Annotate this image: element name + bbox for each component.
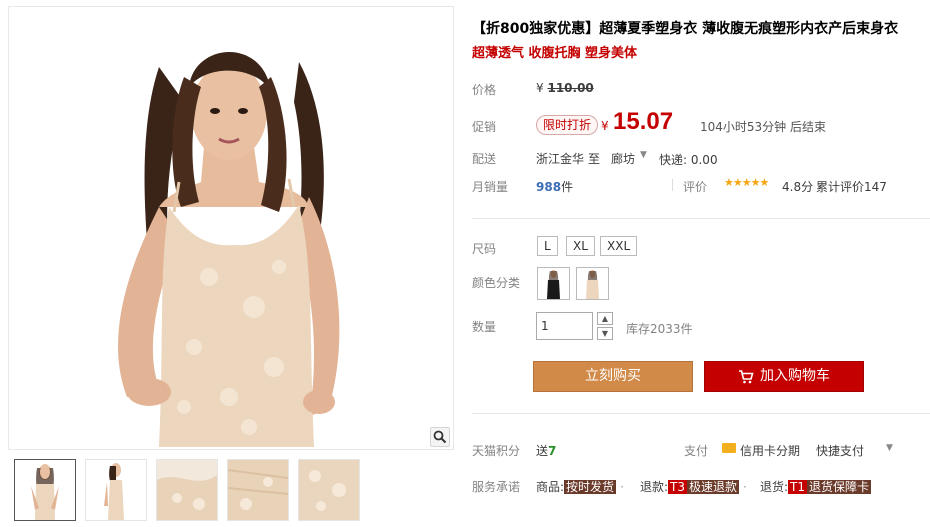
installment-link[interactable]: 信用卡分期 [740, 442, 800, 459]
service-tag: 按时发货 [564, 480, 617, 494]
review-total-link[interactable]: 累计评价147 [816, 178, 887, 195]
promo-countdown: 104小时53分钟 后结束 [700, 120, 826, 134]
magnifier-icon[interactable] [430, 427, 450, 447]
chevron-down-icon[interactable]: ▼ [886, 443, 893, 453]
quantity-increase-icon[interactable]: ▲ [597, 312, 613, 325]
price-label: 价格 [472, 83, 497, 97]
color-option-black[interactable] [537, 267, 570, 300]
shipping-fee: 快递: 0.00 [659, 153, 718, 167]
monthly-sales-count: 988 [536, 180, 562, 194]
ship-to-word: 至 [588, 152, 601, 166]
quantity-label: 数量 [472, 320, 497, 334]
service-label: 服务承诺 [472, 480, 521, 494]
payment-label: 支付 [684, 444, 709, 458]
promo-badge: 限时打折 [536, 115, 599, 135]
ship-destination-select[interactable]: 廊坊 [611, 150, 635, 167]
service-on-time[interactable]: 商品: 按时发货 · [536, 478, 628, 495]
points-prefix: 送 [536, 444, 549, 458]
service-code: T1 [788, 480, 808, 494]
service-return-card[interactable]: 退货: T1 退货保障卡 [760, 478, 872, 495]
cart-icon [739, 369, 754, 383]
service-prefix: 退货: [760, 480, 789, 494]
color-option-nude[interactable] [576, 267, 609, 300]
buy-now-button[interactable]: 立刻购买 [533, 361, 693, 392]
promo-price: 15.07 [613, 108, 674, 135]
shipping-label: 配送 [472, 152, 497, 166]
rating-score: 4.8分 [782, 180, 814, 194]
add-to-cart-button[interactable]: 加入购物车 [704, 361, 864, 392]
thumbnail-strip [14, 459, 360, 521]
original-price: ¥ 110.00 [536, 81, 594, 95]
service-code: T3 [668, 480, 688, 494]
thumb-side-view[interactable] [85, 459, 147, 521]
quick-pay-link[interactable]: 快捷支付 [816, 442, 864, 459]
section-divider [472, 413, 930, 414]
star-rating-icon: ★★★★★ [724, 176, 769, 189]
points-value: 送7 [536, 442, 556, 459]
quantity-input[interactable] [536, 312, 593, 340]
add-to-cart-label: 加入购物车 [760, 368, 830, 384]
size-option-xxl[interactable]: XXL [600, 236, 638, 256]
service-prefix: 退款: [640, 480, 669, 494]
product-subtitle: 超薄透气 收腹托胸 塑身美体 [472, 46, 638, 61]
stock-count: 库存2033件 [626, 322, 693, 336]
monthly-sales: 988件 [536, 178, 573, 195]
size-option-xl[interactable]: XL [566, 236, 595, 256]
credit-card-icon [722, 443, 736, 453]
service-fast-refund[interactable]: 退款: T3 极速退款 · [640, 478, 751, 495]
monthly-sales-label: 月销量 [472, 180, 509, 194]
points-label: 天猫积分 [472, 444, 521, 458]
section-divider [472, 218, 930, 219]
main-product-image[interactable] [8, 6, 454, 450]
currency-symbol: ¥ [536, 81, 544, 95]
quantity-decrease-icon[interactable]: ▼ [597, 327, 613, 340]
monthly-sales-unit: 件 [561, 180, 574, 194]
thumb-fabric-detail-1[interactable] [156, 459, 218, 521]
size-option-l[interactable]: L [537, 236, 558, 256]
promo-label: 促销 [472, 120, 497, 134]
points-number: 7 [548, 444, 557, 458]
size-label: 尺码 [472, 242, 497, 256]
thumb-fabric-detail-2[interactable] [227, 459, 289, 521]
color-label: 颜色分类 [472, 276, 521, 290]
ship-origin: 浙江金华 [536, 152, 585, 166]
divider [672, 179, 673, 191]
service-prefix: 商品: [536, 480, 565, 494]
service-tag: 退货保障卡 [807, 480, 872, 494]
product-title: 【折800独家优惠】超薄夏季塑身衣 薄收腹无痕塑形内衣产后束身衣 [472, 21, 899, 37]
promo-currency: ¥ [601, 119, 609, 133]
chevron-down-icon[interactable]: ▼ [640, 150, 647, 160]
thumb-fabric-detail-3[interactable] [298, 459, 360, 521]
thumb-front-view[interactable] [14, 459, 76, 521]
service-tag: 极速退款 [687, 480, 740, 494]
original-price-value: 110.00 [547, 81, 594, 95]
rating-label: 评价 [683, 180, 708, 194]
